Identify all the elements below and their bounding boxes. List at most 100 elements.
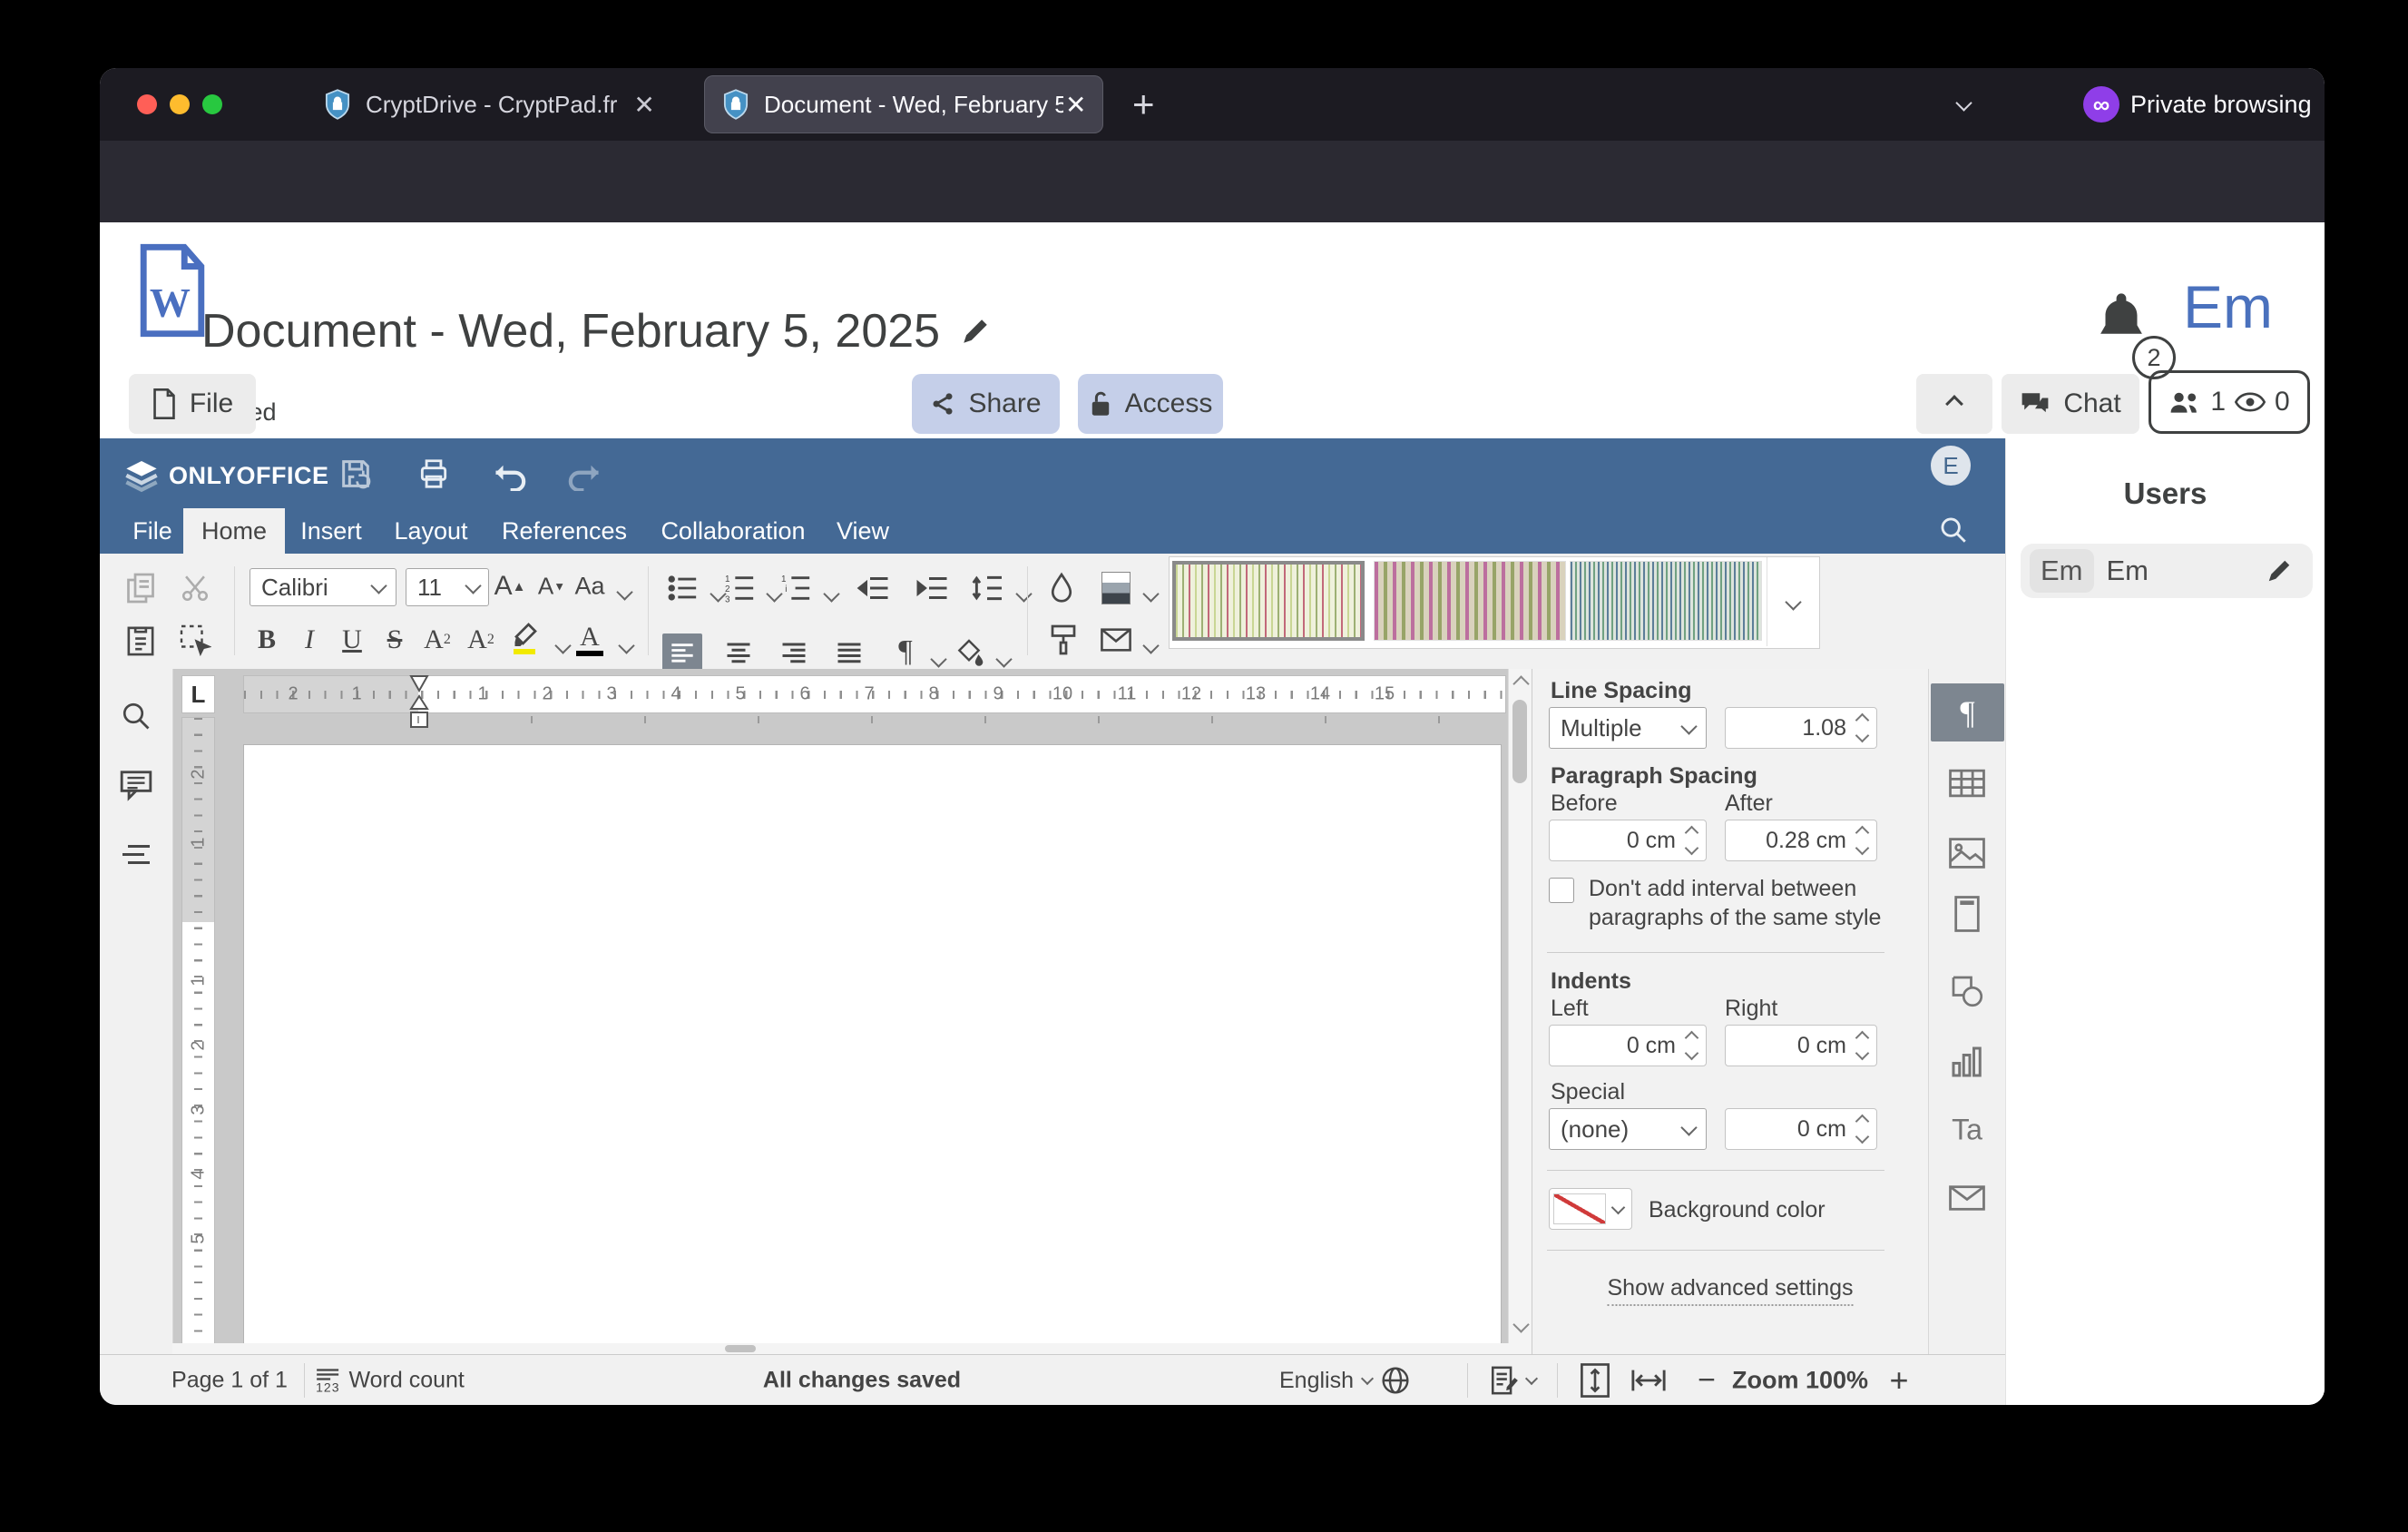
align-left-button-active[interactable] (662, 633, 702, 673)
increase-font-button[interactable]: A▲ (494, 571, 526, 602)
spacing-before-input[interactable]: 0 cm (1549, 820, 1707, 861)
mail-merge-button[interactable] (1101, 627, 1131, 653)
paste-icon[interactable] (125, 623, 156, 657)
track-changes-button[interactable] (1491, 1365, 1536, 1396)
style-preview-heading1[interactable] (1374, 561, 1566, 641)
tab-collaboration[interactable]: Collaboration (651, 508, 815, 554)
copy-style-button[interactable] (1049, 624, 1078, 656)
special-amount-input[interactable]: 0 cm (1725, 1108, 1877, 1150)
fit-page-button[interactable] (1580, 1363, 1610, 1398)
headers-footers-settings-tab[interactable] (1953, 896, 1981, 932)
chevron-down-icon[interactable] (1142, 585, 1159, 602)
chevron-down-icon[interactable] (995, 651, 1012, 667)
shape-settings-tab[interactable] (1950, 975, 1984, 1007)
vertical-scroll-thumb[interactable] (1512, 700, 1527, 783)
superscript-button[interactable]: A2 (424, 624, 451, 655)
chevron-down-icon[interactable] (1142, 637, 1159, 653)
multilevel-list-button[interactable]: 1i (781, 574, 812, 603)
tab-close-icon[interactable]: ✕ (1065, 90, 1086, 120)
comments-icon[interactable] (119, 769, 153, 801)
spacing-after-input[interactable]: 0.28 cm (1725, 820, 1877, 861)
special-select[interactable]: (none) (1549, 1108, 1707, 1150)
tab-view[interactable]: View (829, 508, 896, 554)
macos-zoom-button[interactable] (202, 94, 222, 114)
chevron-down-icon[interactable] (1015, 585, 1032, 602)
chevron-down-icon[interactable] (766, 585, 782, 602)
text-art-settings-tab[interactable]: Ta (1952, 1114, 1982, 1147)
v-ruler[interactable]: 2112345 (181, 717, 215, 1405)
background-color-picker[interactable] (1549, 1188, 1632, 1230)
find-search-icon[interactable] (1938, 515, 1969, 545)
line-spacing-button[interactable] (971, 574, 1003, 603)
horizontal-scrollbar[interactable] (172, 1343, 1532, 1354)
cut-icon[interactable] (179, 573, 211, 604)
list-tabs-chevron-icon[interactable] (1955, 94, 1972, 111)
print-icon[interactable] (416, 457, 452, 491)
decrease-font-button[interactable]: A▼ (538, 573, 565, 601)
vertical-scrollbar[interactable] (1508, 669, 1532, 1343)
tab-file[interactable]: File (120, 508, 185, 554)
document-page[interactable] (243, 744, 1502, 1354)
mail-merge-settings-tab[interactable] (1949, 1184, 1985, 1212)
tab-close-icon[interactable]: ✕ (633, 90, 654, 120)
numbered-list-button[interactable]: 123 (725, 574, 756, 603)
underline-button[interactable]: U (342, 624, 362, 655)
font-size-select[interactable]: 11 (406, 568, 489, 606)
tab-cryptdrive[interactable]: CryptDrive - CryptPad.fr ✕ (304, 75, 703, 133)
editor-avatar[interactable]: E (1931, 446, 1971, 486)
clear-style-button[interactable] (1047, 572, 1076, 604)
redo-icon[interactable] (566, 460, 604, 491)
new-tab-button[interactable]: + (1132, 83, 1155, 126)
font-color-button[interactable]: A (576, 624, 603, 656)
chevron-down-icon[interactable] (710, 585, 726, 602)
save-icon[interactable] (338, 455, 374, 493)
styles-gallery-expand[interactable] (1767, 557, 1818, 646)
font-family-select[interactable]: Calibri (250, 568, 396, 606)
tab-layout[interactable]: Layout (387, 508, 475, 554)
tab-references[interactable]: References (492, 508, 637, 554)
italic-button[interactable]: I (305, 624, 314, 655)
zoom-in-button[interactable]: + (1889, 1361, 1908, 1399)
bold-button[interactable]: B (258, 624, 276, 655)
account-avatar-text[interactable]: Em (2183, 272, 2273, 341)
chevron-down-icon[interactable] (554, 637, 571, 653)
edit-name-pencil-icon[interactable] (2266, 557, 2293, 584)
undo-icon[interactable] (490, 460, 528, 491)
decrease-indent-button[interactable] (857, 574, 889, 602)
page-indicator[interactable]: Page 1 of 1 (171, 1368, 288, 1394)
h-ruler[interactable]: 21123456789101112131415 (243, 675, 1506, 713)
word-count-button[interactable]: 123 Word count (316, 1368, 465, 1394)
interval-checkbox[interactable] (1549, 878, 1574, 903)
zoom-out-button[interactable]: − (1698, 1363, 1716, 1399)
bullet-list-button[interactable] (668, 574, 699, 602)
search-icon[interactable] (120, 700, 152, 732)
subscript-button[interactable]: A2 (467, 624, 494, 655)
style-preview-normal-selected[interactable] (1172, 561, 1365, 641)
table-settings-tab[interactable] (1949, 769, 1985, 798)
share-button[interactable]: Share (912, 374, 1060, 434)
strikethrough-button[interactable]: S (387, 624, 403, 655)
highlight-color-button[interactable] (511, 622, 538, 654)
paragraph-settings-tab-active[interactable]: ¶ (1931, 683, 2004, 741)
chevron-down-icon[interactable] (618, 637, 634, 653)
user-list-item[interactable]: Em Em (2021, 544, 2313, 598)
chevron-down-icon[interactable] (930, 651, 946, 667)
increase-indent-button[interactable] (915, 574, 948, 602)
justify-button[interactable] (836, 640, 863, 667)
indent-right-input[interactable]: 0 cm (1725, 1025, 1877, 1066)
indent-left-input[interactable]: 0 cm (1549, 1025, 1707, 1066)
nonprinting-chars-button[interactable]: ¶ (898, 634, 912, 669)
image-settings-tab[interactable] (1949, 838, 1985, 869)
macos-close-button[interactable] (137, 94, 157, 114)
align-right-button[interactable] (780, 640, 808, 667)
macos-minimize-button[interactable] (170, 94, 190, 114)
line-spacing-amount[interactable]: 1.08 (1725, 707, 1877, 749)
fit-width-button[interactable] (1630, 1367, 1667, 1394)
horizontal-scroll-thumb[interactable] (725, 1345, 756, 1352)
chevron-down-icon[interactable] (823, 585, 839, 602)
document-title[interactable]: Document - Wed, February 5, 2025 (201, 304, 940, 358)
tab-document-active[interactable]: Document - Wed, February 5, 2 ✕ (704, 75, 1103, 133)
style-preview-heading2[interactable] (1570, 561, 1762, 641)
show-advanced-settings-link[interactable]: Show advanced settings (1607, 1275, 1853, 1306)
change-case-button[interactable]: Aa (574, 573, 604, 601)
